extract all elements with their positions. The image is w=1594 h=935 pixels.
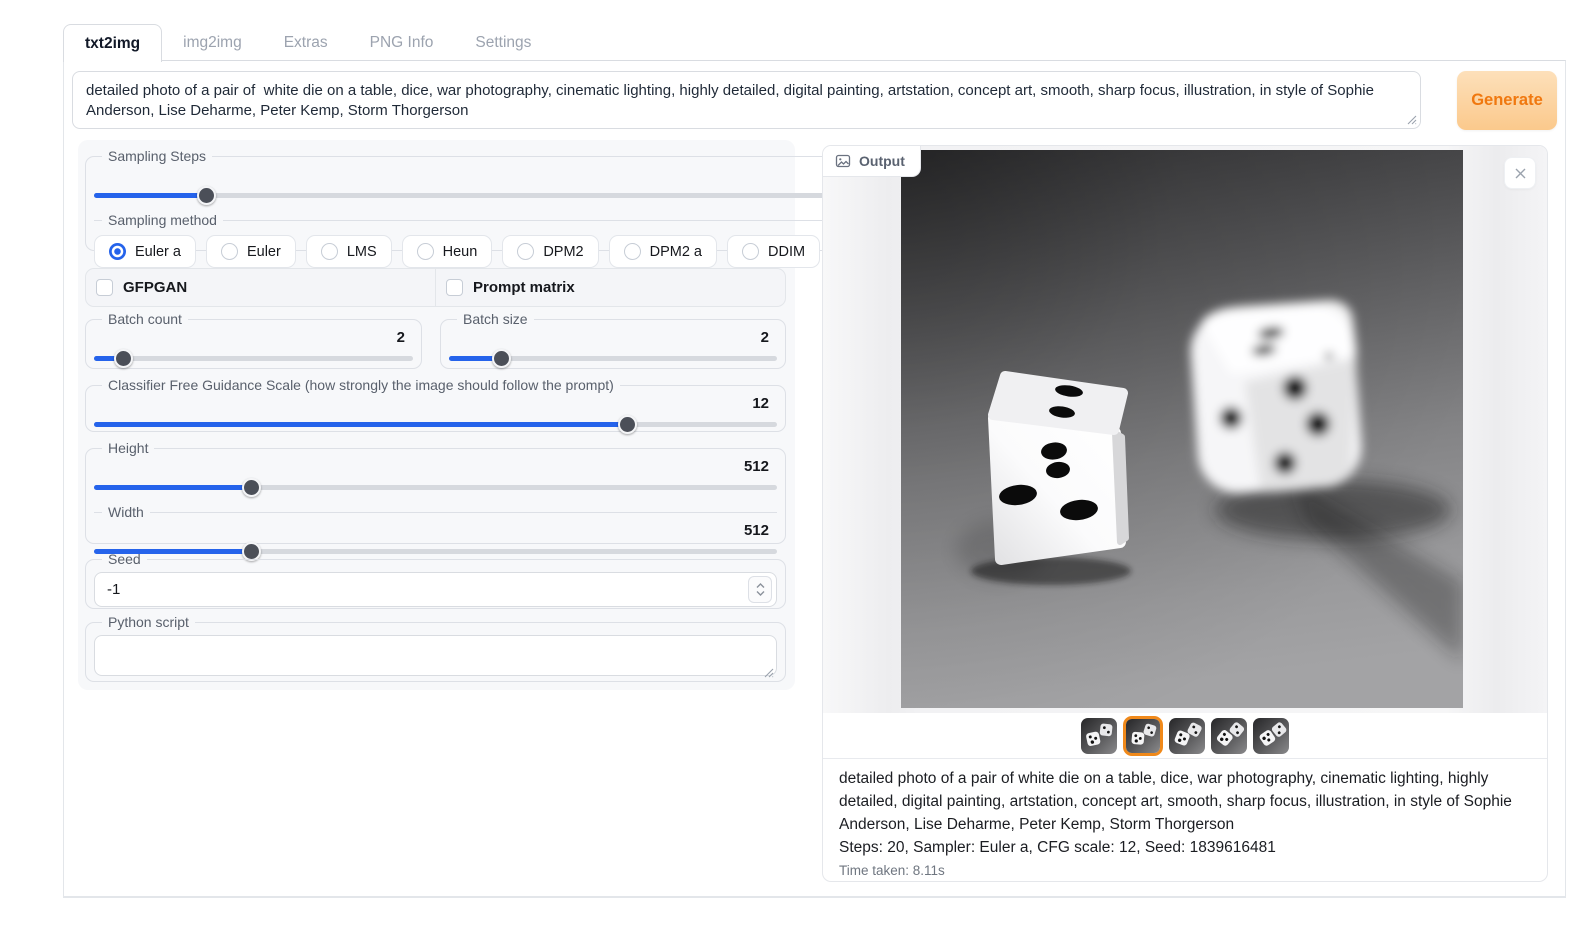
sampling-steps-slider[interactable] [94,185,926,205]
batch-size-group: Batch size 2 [440,311,786,369]
tab-settings[interactable]: Settings [454,24,552,61]
settings-panel: Sampling Steps 20 Sampling method Euler … [78,140,795,690]
caption-parameters: Steps: 20, Sampler: Euler a, CFG scale: … [839,836,1531,859]
generate-button[interactable]: Generate [1457,71,1557,130]
gfpgan-label: GFPGAN [123,279,187,296]
chevron-down-icon [756,590,765,596]
sampling-steps-label: Sampling Steps [102,148,212,164]
slider-knob[interactable] [242,478,261,497]
options-group: GFPGAN Prompt matrix [85,268,786,307]
sampling-method-option-euler-a[interactable]: Euler a [94,235,196,268]
gallery-thumbnails [823,713,1547,758]
cfg-scale-label: Classifier Free Guidance Scale (how stro… [102,377,620,393]
output-label: Output [859,153,905,169]
sampling-method-option-euler[interactable]: Euler [206,235,296,268]
sampling-method-group: Sampling method Euler a Euler LMS Heun DPM2 D… [94,212,926,270]
sampling-method-option-dpm2-a[interactable]: DPM2 a [609,235,717,268]
prompt-input[interactable]: detailed photo of a pair of white die on… [73,72,1420,128]
height-value: 512 [94,458,777,477]
batch-size-value: 2 [449,329,777,348]
radio-icon[interactable] [221,243,238,260]
gfpgan-option[interactable]: GFPGAN [86,269,435,306]
seed-group: Seed [85,551,786,609]
sampling-method-option-label: Euler a [135,244,181,260]
gallery-thumbnail-4[interactable] [1211,718,1247,754]
batch-count-value: 2 [94,329,413,348]
generated-image[interactable] [901,150,1463,708]
tab-img2img[interactable]: img2img [162,24,263,61]
sampling-method-option-lms[interactable]: LMS [306,235,392,268]
image-icon [835,153,851,169]
prompt-box: detailed photo of a pair of white die on… [72,71,1421,129]
prompt-matrix-option[interactable]: Prompt matrix [435,269,785,306]
radio-icon[interactable] [321,243,338,260]
close-output-button[interactable] [1505,158,1535,188]
seed-spinner[interactable] [748,576,772,603]
output-panel: Output [822,145,1548,882]
sampling-method-option-label: LMS [347,244,377,260]
cfg-scale-slider[interactable] [94,414,777,434]
height-slider[interactable] [94,477,777,497]
height-label: Height [102,440,154,456]
slider-knob[interactable] [492,349,511,368]
seed-input[interactable] [94,572,777,607]
python-script-input[interactable] [94,635,777,676]
sampling-method-option-label: Heun [443,244,478,260]
sampling-method-option-dpm2[interactable]: DPM2 [502,235,598,268]
cfg-scale-value: 12 [94,395,777,414]
output-caption: detailed photo of a pair of white die on… [823,758,1547,881]
python-script-label: Python script [102,614,195,630]
sampling-steps-group: Sampling Steps 20 Sampling method Euler … [85,148,935,251]
tab-extras[interactable]: Extras [263,24,349,61]
prompt-matrix-checkbox[interactable] [446,279,463,296]
batch-size-slider[interactable] [449,348,777,368]
sampling-method-options: Euler aEulerLMSHeunDPM2DPM2 aDDIMPLMS [94,230,926,270]
image-gallery: Output [823,146,1547,713]
radio-icon[interactable] [417,243,434,260]
sampling-method-option-label: Euler [247,244,281,260]
caption-prompt: detailed photo of a pair of white die on… [839,767,1531,836]
sampling-method-option-heun[interactable]: Heun [402,235,493,268]
sampling-method-option-label: DDIM [768,244,805,260]
height-group: Height 512 Width 512 [85,440,786,544]
sampling-steps-value: 20 [94,166,926,185]
tab-png-info[interactable]: PNG Info [349,24,455,61]
sampling-method-option-label: DPM2 a [650,244,702,260]
tab-bar: txt2img img2img Extras PNG Info Settings [63,24,552,61]
seed-label: Seed [102,551,147,567]
prompt-matrix-label: Prompt matrix [473,279,575,296]
radio-icon[interactable] [109,243,126,260]
chevron-up-icon [756,583,765,589]
output-tab-chip[interactable]: Output [823,146,921,177]
gallery-thumbnail-5[interactable] [1253,718,1289,754]
python-script-group: Python script [85,614,786,682]
width-value: 512 [94,522,777,541]
caption-time-taken: Time taken: 8.11s [839,860,1531,881]
batch-count-group: Batch count 2 [85,311,422,369]
gallery-thumbnail-1[interactable] [1081,718,1117,754]
radio-icon[interactable] [742,243,759,260]
radio-icon[interactable] [624,243,641,260]
close-icon [1514,167,1527,180]
batch-size-label: Batch size [457,311,534,327]
sampling-method-label: Sampling method [102,212,223,228]
slider-knob[interactable] [618,415,637,434]
gfpgan-checkbox[interactable] [96,279,113,296]
slider-knob[interactable] [114,349,133,368]
batch-count-label: Batch count [102,311,188,327]
width-label: Width [102,504,150,520]
gallery-thumbnail-2[interactable] [1123,716,1163,756]
sampling-method-option-ddim[interactable]: DDIM [727,235,820,268]
cfg-scale-group: Classifier Free Guidance Scale (how stro… [85,377,786,432]
sampling-method-option-label: DPM2 [543,244,583,260]
radio-icon[interactable] [517,243,534,260]
slider-knob[interactable] [197,186,216,205]
gallery-thumbnail-3[interactable] [1169,718,1205,754]
batch-count-slider[interactable] [94,348,413,368]
tab-txt2img[interactable]: txt2img [63,24,162,62]
